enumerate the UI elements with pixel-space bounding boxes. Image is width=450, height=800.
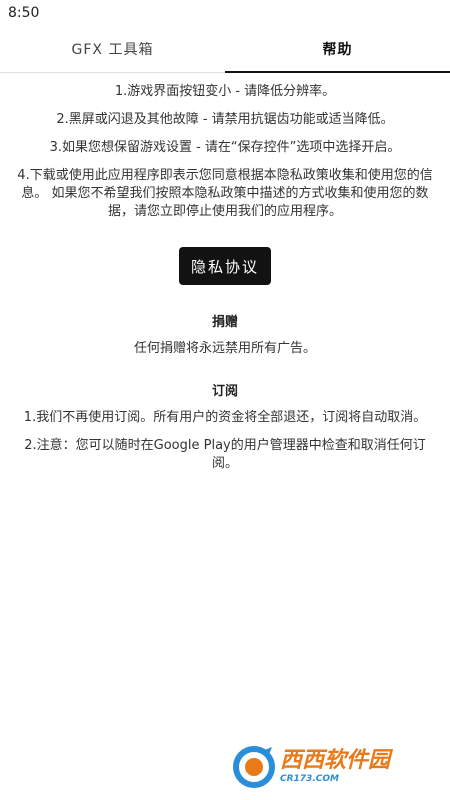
tab-help[interactable]: 帮助 xyxy=(225,26,450,73)
help-item-3: 3.如果您想保留游戏设置 - 请在“保存控件”选项中选择开启。 xyxy=(49,140,401,155)
tab-gfx-toolbox-label: GFX 工具箱 xyxy=(71,42,154,58)
tab-gfx-toolbox[interactable]: GFX 工具箱 xyxy=(0,26,225,72)
help-content: 1.游戏界面按钮变小 - 请降低分辨率。 2.黑屏或闪退及其他故障 - 请禁用抗… xyxy=(0,83,450,473)
subscription-item-2: 2.注意：您可以随时在Google Play的用户管理器中检查和取消任何订阅。 xyxy=(24,438,426,471)
donate-heading: 捐赠 xyxy=(211,315,238,330)
privacy-button-wrap: 隐私协议 xyxy=(12,247,438,285)
help-item-1: 1.游戏界面按钮变小 - 请降低分辨率。 xyxy=(114,84,336,99)
watermark-logo-icon xyxy=(233,746,275,788)
help-item-4: 4.下载或使用此应用程序即表示您同意根据本隐私政策收集和使用您的信息。 如果您不… xyxy=(17,168,433,219)
watermark-text: 西西软件园 xyxy=(280,748,391,773)
watermark-url: CR173.COM xyxy=(280,774,339,784)
tab-help-label: 帮助 xyxy=(322,42,353,58)
status-bar: 8:50 xyxy=(0,0,450,26)
site-watermark: 西西软件园 CR173.COM xyxy=(232,742,432,792)
donate-text: 任何捐赠将永远禁用所有广告。 xyxy=(133,341,316,356)
subscription-item-1: 1.我们不再使用订阅。所有用户的资金将全部退还，订阅将自动取消。 xyxy=(23,410,427,425)
tab-bar: GFX 工具箱 帮助 xyxy=(0,26,450,73)
subscription-heading: 订阅 xyxy=(211,384,238,399)
privacy-policy-button[interactable]: 隐私协议 xyxy=(179,247,271,285)
status-time: 8:50 xyxy=(8,5,40,21)
help-item-2: 2.黑屏或闪退及其他故障 - 请禁用抗锯齿功能或适当降低。 xyxy=(56,112,394,127)
